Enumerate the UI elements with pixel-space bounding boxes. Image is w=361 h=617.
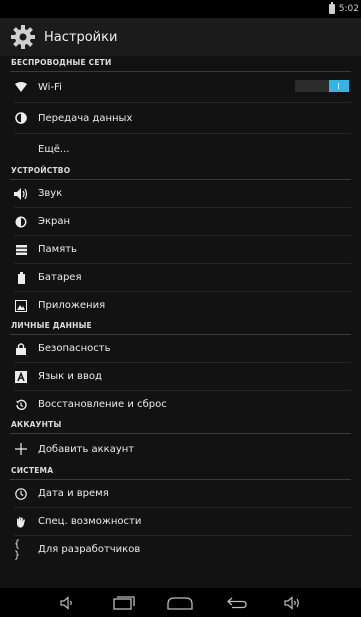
section-header-system: СИСТЕМА	[10, 464, 351, 480]
battery-icon	[14, 271, 28, 285]
section-header-device: УСТРОЙСТВО	[10, 164, 351, 180]
settings-item-datetime[interactable]: Дата и время	[0, 480, 361, 507]
status-time: 5:02	[338, 4, 359, 14]
recent-apps-icon[interactable]	[109, 593, 139, 613]
action-bar: Настройки	[0, 18, 361, 56]
settings-item-accessibility[interactable]: Спец. возможности	[0, 508, 361, 535]
section-header-accounts: АККАУНТЫ	[10, 418, 351, 434]
settings-list: БЕСПРОВОДНЫЕ СЕТИ Wi-Fi Передача данных …	[0, 56, 361, 588]
clock-icon	[14, 487, 28, 501]
settings-item-label: Экран	[38, 216, 71, 227]
restore-icon	[14, 398, 28, 412]
settings-item-label: Приложения	[38, 300, 106, 311]
language-icon	[14, 370, 28, 384]
settings-item-apps[interactable]: Приложения	[0, 292, 361, 319]
storage-icon	[14, 243, 28, 257]
settings-item-label: Безопасность	[38, 343, 111, 354]
page-title: Настройки	[44, 29, 118, 45]
wifi-toggle[interactable]	[295, 80, 349, 92]
battery-icon	[328, 2, 335, 14]
apps-icon	[14, 299, 28, 313]
settings-item-data-usage[interactable]: Передача данных	[0, 103, 361, 133]
gear-icon[interactable]	[8, 22, 38, 52]
data-usage-icon	[14, 111, 28, 125]
more-icon	[14, 142, 28, 156]
hand-icon	[14, 515, 28, 529]
settings-item-battery[interactable]: Батарея	[0, 264, 361, 291]
settings-item-add-account[interactable]: Добавить аккаунт	[0, 434, 361, 464]
section-header-personal: ЛИЧНЫЕ ДАННЫЕ	[10, 319, 351, 335]
brightness-icon	[14, 215, 28, 229]
settings-item-label: Память	[38, 244, 77, 255]
section-header-wireless: БЕСПРОВОДНЫЕ СЕТИ	[10, 56, 351, 72]
settings-item-label: Восстановление и сброс	[38, 399, 167, 410]
settings-item-label: Передача данных	[38, 112, 133, 124]
settings-item-label: Спец. возможности	[38, 516, 142, 527]
speaker-icon	[14, 187, 28, 201]
settings-item-label: Дата и время	[38, 488, 109, 499]
settings-item-security[interactable]: Безопасность	[0, 335, 361, 362]
settings-item-label: Wi-Fi	[38, 81, 62, 93]
braces-icon: { }	[14, 538, 21, 561]
lock-icon	[14, 342, 28, 356]
status-bar: 5:02	[0, 0, 361, 18]
settings-item-label: Звук	[38, 188, 63, 199]
settings-item-storage[interactable]: Память	[0, 236, 361, 263]
settings-item-label: Ещё...	[38, 143, 70, 155]
plus-icon	[14, 442, 28, 456]
settings-item-more[interactable]: Ещё...	[0, 134, 361, 164]
settings-item-wifi[interactable]: Wi-Fi	[0, 72, 361, 102]
settings-item-label: Для разработчиков	[38, 544, 141, 555]
volume-down-icon[interactable]	[53, 593, 83, 613]
navigation-bar	[0, 588, 361, 617]
settings-item-label: Язык и ввод	[38, 371, 102, 382]
settings-item-language[interactable]: Язык и ввод	[0, 363, 361, 390]
settings-item-backup[interactable]: Восстановление и сброс	[0, 391, 361, 418]
home-icon[interactable]	[165, 593, 195, 613]
volume-up-icon[interactable]	[278, 593, 308, 613]
wifi-icon	[14, 80, 28, 94]
settings-item-display[interactable]: Экран	[0, 208, 361, 235]
settings-item-label: Батарея	[38, 272, 82, 283]
back-icon[interactable]	[222, 593, 252, 613]
settings-item-developer[interactable]: { } Для разработчиков	[0, 536, 361, 563]
settings-item-sound[interactable]: Звук	[0, 180, 361, 207]
settings-item-label: Добавить аккаунт	[38, 443, 135, 455]
